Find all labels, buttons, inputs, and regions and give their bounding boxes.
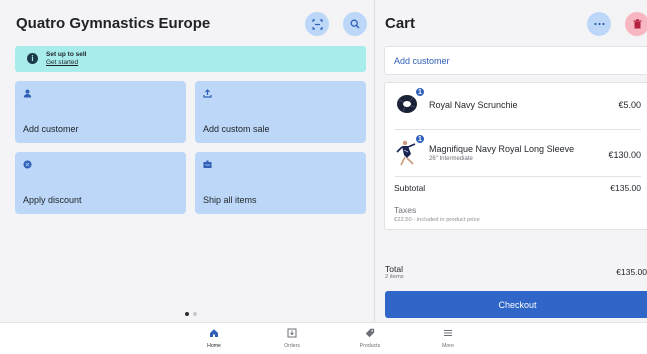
taxes-label: Taxes [394, 205, 417, 215]
page-indicator [185, 312, 197, 316]
total-value: €135.00 [616, 267, 647, 277]
apply-discount-tile[interactable]: Apply discount [15, 152, 186, 214]
add-customer-link[interactable]: Add customer [394, 56, 450, 66]
store-title: Quatro Gymnastics Europe [16, 15, 211, 32]
subtotal-label: Subtotal [394, 183, 426, 193]
total-items-count: 2 items [385, 274, 404, 280]
discount-icon [23, 160, 33, 170]
cart-title: Cart [385, 15, 416, 32]
cart-items-panel: 1 Royal Navy Scrunchie €5.00 1 Magnifiqu… [384, 82, 647, 230]
checkout-button[interactable]: Checkout [385, 291, 647, 318]
quantity-badge: 1 [415, 87, 425, 97]
item-variant: 26" Intermediate [429, 156, 473, 162]
item-name: Magnifique Navy Royal Long Sleeve [429, 144, 575, 154]
home-icon [189, 328, 239, 340]
add-customer-tile[interactable]: Add customer [15, 81, 186, 143]
add-custom-sale-tile[interactable]: Add custom sale [195, 81, 366, 143]
search-icon [350, 19, 360, 29]
nav-home[interactable]: Home [189, 328, 239, 349]
item-price: €130.00 [608, 150, 641, 160]
nav-orders[interactable]: Orders [267, 328, 317, 349]
tile-label: Add customer [23, 124, 79, 134]
tile-label: Apply discount [23, 195, 82, 205]
add-customer-row[interactable]: Add customer [384, 46, 647, 75]
info-icon: i [27, 53, 38, 64]
leotard-thumbnail [396, 140, 416, 166]
subtotal-value: €135.00 [610, 183, 641, 193]
more-options-button[interactable] [587, 12, 611, 36]
search-button[interactable] [343, 12, 367, 36]
barcode-scan-icon [311, 18, 323, 30]
cart-pane: Cart Add customer 1 Royal Navy Scrunchie… [374, 0, 647, 322]
page-dot[interactable] [193, 312, 197, 316]
scan-barcode-button[interactable] [305, 12, 329, 36]
trash-icon [633, 19, 641, 29]
divider [395, 176, 641, 177]
total-label: Total [385, 264, 403, 274]
nav-label: Orders [284, 343, 300, 349]
shipping-icon [203, 160, 213, 170]
item-price: €5.00 [618, 100, 641, 110]
clear-cart-button[interactable] [625, 12, 647, 36]
tag-icon [345, 328, 395, 340]
orders-icon [267, 328, 317, 340]
ellipsis-icon [593, 22, 605, 26]
bottom-navigation: Home Orders Products More [0, 322, 647, 354]
nav-label: Products [359, 343, 381, 349]
setup-banner: i Set up to sell Get started [15, 46, 366, 72]
item-name: Royal Navy Scrunchie [429, 100, 518, 110]
menu-icon [423, 328, 473, 340]
taxes-detail: €22.50 - included in product price [394, 217, 480, 223]
banner-title: Set up to sell [46, 51, 87, 58]
get-started-link[interactable]: Get started [46, 59, 78, 66]
page-dot-active[interactable] [185, 312, 189, 316]
nav-label: Home [207, 343, 221, 349]
nav-more[interactable]: More [423, 328, 473, 349]
person-icon [23, 89, 33, 99]
quantity-badge: 1 [415, 134, 425, 144]
nav-products[interactable]: Products [345, 328, 395, 349]
cart-item[interactable]: 1 Magnifique Navy Royal Long Sleeve 26" … [385, 130, 647, 176]
tile-label: Add custom sale [203, 124, 270, 134]
nav-label: More [442, 343, 454, 349]
upload-icon [203, 89, 213, 99]
tile-label: Ship all items [203, 195, 257, 205]
cart-item[interactable]: 1 Royal Navy Scrunchie €5.00 [385, 83, 647, 127]
ship-all-items-tile[interactable]: Ship all items [195, 152, 366, 214]
main-pane: Quatro Gymnastics Europe i Set up to sel… [0, 0, 374, 322]
